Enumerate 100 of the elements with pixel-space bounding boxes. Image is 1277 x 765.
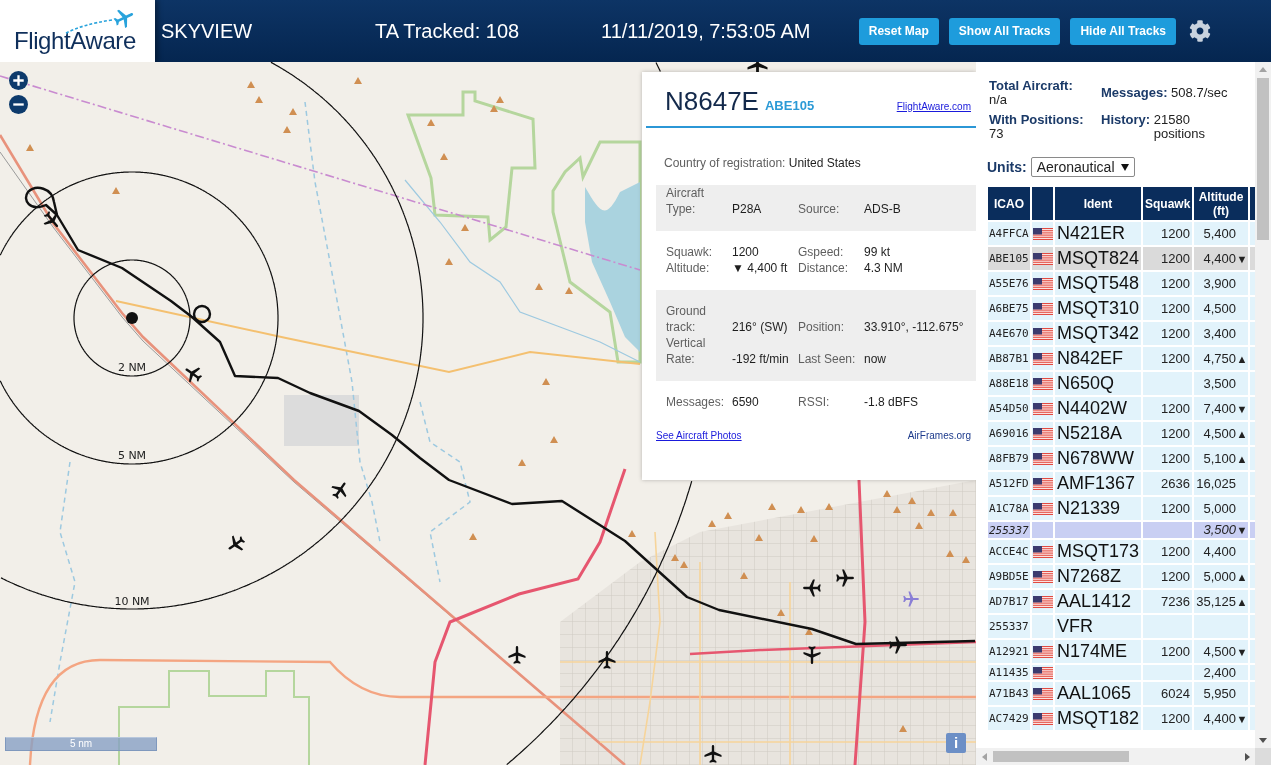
scale-bar: 5 nm [5, 737, 157, 751]
vertical-scrollbar[interactable] [1255, 62, 1271, 765]
table-cell: 5,100▲ [1194, 447, 1248, 470]
column-header[interactable]: Squawk [1143, 187, 1192, 220]
table-row[interactable]: A69016 N5218A 1200 4,500▲ [988, 422, 1255, 445]
column-header[interactable]: Altitude (ft) [1194, 187, 1248, 220]
scrollbar-thumb[interactable] [1257, 78, 1269, 240]
table-row[interactable]: A54D50 N4402W 1200 7,400▼ [988, 397, 1255, 420]
airplane-icon[interactable] [43, 211, 59, 228]
table-cell: MSQT342 [1055, 322, 1141, 345]
table-cell: MSQT824 [1055, 247, 1141, 270]
table-cell: N174ME [1055, 640, 1141, 663]
airplane-icon[interactable] [704, 745, 722, 763]
table-row[interactable]: A1C78A N21339 1200 5,000 [988, 497, 1255, 520]
field-value: 4.3 NM [864, 260, 904, 276]
table-cell: 6024 [1143, 682, 1192, 705]
field-value: now [864, 351, 887, 367]
table-cell: A1C78A [988, 497, 1030, 520]
table-cell: 1200 [1143, 540, 1192, 563]
field-value: ▼ 4,400 ft [732, 260, 789, 276]
table-cell: N650Q [1055, 372, 1141, 395]
table-cell: 3,500▼ [1194, 522, 1248, 538]
field-label: Gspeed: [798, 244, 845, 260]
flightaware-link[interactable]: FlightAware.com [896, 101, 971, 112]
airplane-icon[interactable] [598, 651, 616, 669]
scrollbar-thumb[interactable] [993, 751, 1129, 762]
zoom-in-icon[interactable] [9, 71, 28, 90]
table-row[interactable]: A88E18 N650Q 3,500 [988, 372, 1255, 395]
receiver-dot-icon [126, 312, 138, 324]
table-cell: 1200 [1143, 397, 1192, 420]
table-row[interactable]: A12921 N174ME 1200 4,500▼ [988, 640, 1255, 663]
table-cell: A88E18 [988, 372, 1030, 395]
table-cell: ACCE4C [988, 540, 1030, 563]
airplane-icon[interactable] [889, 636, 907, 654]
table-row[interactable]: 255337 VFR [988, 615, 1255, 638]
table-row[interactable]: ACCE4C MSQT173 1200 4,400 [988, 540, 1255, 563]
caret-down-icon[interactable] [1259, 736, 1267, 744]
table-row[interactable]: A6BE75 MSQT310 1200 4,500 [988, 297, 1255, 320]
table-row[interactable]: A9BD5E N7268Z 1200 5,000▲ [988, 565, 1255, 588]
airplane-icon[interactable] [836, 569, 854, 587]
table-cell [1032, 522, 1053, 538]
horizontal-scrollbar[interactable] [976, 748, 1255, 765]
aircraft-photos-link[interactable]: See Aircraft Photos [656, 430, 742, 442]
table-cell: 1200 [1143, 422, 1192, 445]
table-cell: 1200 [1143, 322, 1192, 345]
airplane-icon[interactable] [331, 482, 347, 500]
zoom-out-icon[interactable] [9, 95, 28, 114]
table-row[interactable]: 255337 3,500▼ [988, 522, 1255, 538]
range-label: 10 NM [114, 595, 150, 608]
table-cell [1032, 615, 1053, 638]
table-cell: 3,500 [1194, 372, 1248, 395]
field-label: Altitude: [666, 260, 711, 276]
table-row[interactable]: A11435 2,400 [988, 665, 1255, 680]
table-row[interactable]: AC7429 MSQT182 1200 4,400▼ [988, 707, 1255, 730]
airplane-icon[interactable] [185, 367, 203, 383]
table-row[interactable]: ABE105 MSQT824 1200 4,400▼ [988, 247, 1255, 270]
airplane-icon[interactable] [803, 579, 821, 597]
stat-text: With Positions: 73 [989, 113, 1085, 141]
field-value: P28A [732, 201, 763, 217]
table-cell: A6BE75 [988, 297, 1030, 320]
table-row[interactable]: A4E670 MSQT342 1200 3,400 [988, 322, 1255, 345]
table-cell: AD7B17 [988, 590, 1030, 613]
table-cell: 7,400▼ [1194, 397, 1248, 420]
table-row[interactable]: AB87B1 N842EF 1200 4,750▲ [988, 347, 1255, 370]
field-value: -1.8 dBFS [864, 394, 920, 410]
column-header[interactable]: Ident [1055, 187, 1141, 220]
table-cell: N842EF [1055, 347, 1141, 370]
airplane-icon[interactable] [508, 646, 526, 664]
table-row[interactable]: A8FB79 N678WW 1200 5,100▲ [988, 447, 1255, 470]
airplane-icon[interactable] [228, 535, 246, 551]
table-cell: A55E76 [988, 272, 1030, 295]
table-row[interactable]: A4FFCA N421ER 1200 5,400 [988, 222, 1255, 245]
field-label: Aircraft Type: [666, 185, 705, 217]
table-cell: AB87B1 [988, 347, 1030, 370]
field-label: Ground track: [666, 303, 708, 335]
field-value: 6590 [732, 394, 760, 410]
table-cell: 5,000▲ [1194, 565, 1248, 588]
airframes-link[interactable]: AirFrames.org [907, 430, 971, 442]
airplane-icon[interactable] [803, 646, 821, 664]
table-row[interactable]: AD7B17 AAL1412 7236 35,125▲ [988, 590, 1255, 613]
table-cell: 4,500▼ [1194, 640, 1248, 663]
stat-text: History: 21580 positions [1101, 113, 1207, 141]
column-header[interactable]: ICAO [988, 187, 1030, 220]
table-cell: A69016 [988, 422, 1030, 445]
units-select[interactable]: Aeronautical [1030, 157, 1135, 177]
table-cell: MSQT548 [1055, 272, 1141, 295]
caret-right-icon[interactable] [1242, 752, 1251, 761]
table-cell: ABE105 [988, 247, 1030, 270]
settings-icon[interactable] [1189, 20, 1211, 42]
table-cell: 2636 [1143, 472, 1192, 495]
table-cell: 1200 [1143, 640, 1192, 663]
table-row[interactable]: A71B43 AAL1065 6024 5,950 [988, 682, 1255, 705]
field-label: Position: [798, 319, 846, 335]
table-cell: A11435 [988, 665, 1030, 680]
table-cell: 1200 [1143, 565, 1192, 588]
field-label: Source: [798, 201, 841, 217]
table-cell: 1200 [1143, 247, 1192, 270]
table-row[interactable]: A512FD AMF1367 2636 16,025 [988, 472, 1255, 495]
table-row[interactable]: A55E76 MSQT548 1200 3,900 [988, 272, 1255, 295]
table-cell: N5218A [1055, 422, 1141, 445]
